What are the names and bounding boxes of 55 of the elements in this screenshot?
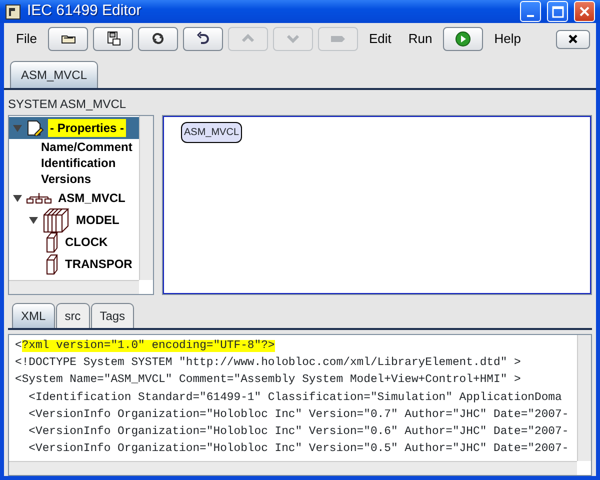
properties-icon bbox=[26, 120, 44, 136]
tree-item[interactable]: Versions bbox=[39, 170, 94, 188]
close-icon bbox=[579, 6, 590, 17]
horizontal-scrollbar[interactable] bbox=[9, 280, 139, 294]
toolbar-button[interactable] bbox=[443, 27, 484, 51]
menu-item[interactable]: Edit bbox=[362, 29, 398, 49]
window-title: IEC 61499 Editor bbox=[27, 1, 142, 22]
block-icon bbox=[45, 231, 59, 253]
resource-icon bbox=[42, 207, 70, 233]
maximize-icon bbox=[552, 6, 564, 18]
code-line: <VersionInfo Organization="Holobloc Inc" Version="0.7" Author="JHC" Date="2007- bbox=[28, 408, 570, 423]
minimize-button[interactable] bbox=[520, 1, 541, 22]
toolbar-button[interactable] bbox=[92, 27, 133, 51]
play-icon bbox=[455, 31, 472, 47]
toolbar-button[interactable] bbox=[48, 27, 88, 51]
system-node[interactable]: ASM_MVCL bbox=[181, 122, 242, 143]
tree-item[interactable]: MODEL bbox=[74, 211, 122, 229]
tree-item[interactable]: TRANSPOR bbox=[63, 255, 134, 273]
close-icon bbox=[568, 34, 578, 44]
close-editor-button[interactable] bbox=[556, 30, 590, 48]
toolbar-button[interactable] bbox=[138, 27, 178, 51]
tree-item[interactable]: Name/Comment bbox=[39, 138, 134, 156]
close-button[interactable] bbox=[574, 1, 595, 22]
toolbar-button[interactable] bbox=[182, 27, 223, 51]
vertical-scrollbar[interactable] bbox=[139, 116, 153, 280]
tree-item[interactable]: ASM_MVCL bbox=[56, 189, 128, 207]
menu-item[interactable]: Run bbox=[402, 29, 438, 49]
minimize-icon bbox=[527, 15, 534, 17]
refresh-icon bbox=[150, 31, 166, 47]
menu-item[interactable]: File bbox=[10, 29, 43, 49]
code-line: <?xml version="1.0" encoding="UTF-8"?> bbox=[15, 338, 276, 354]
tree-item[interactable]: - Properties - bbox=[48, 119, 126, 137]
tree-item[interactable]: CLOCK bbox=[63, 233, 110, 251]
editor-tab[interactable]: src bbox=[56, 303, 90, 328]
expand-triangle-icon[interactable] bbox=[29, 216, 38, 224]
code-line: <Identification Standard="61499-1" Classification="Simulation" ApplicationDoma bbox=[28, 390, 563, 406]
menu-item[interactable]: Help bbox=[488, 29, 527, 49]
save-icon bbox=[104, 31, 121, 47]
horizontal-scrollbar[interactable] bbox=[9, 461, 577, 475]
expand-triangle-icon[interactable] bbox=[13, 194, 22, 202]
code-line: <System Name="ASM_MVCL" Comment="Assembly System Model+View+Control+HMI" > bbox=[15, 372, 522, 388]
vertical-scrollbar[interactable] bbox=[577, 335, 591, 461]
editor-tab[interactable]: Tags bbox=[90, 303, 134, 328]
block-icon bbox=[45, 253, 59, 275]
maximize-button[interactable] bbox=[547, 1, 568, 22]
network-icon bbox=[26, 192, 52, 204]
code-line: <VersionInfo Organization="Holobloc Inc" Version="0.5" Author="JHC" Date="2007- bbox=[28, 442, 570, 458]
tree-item[interactable]: Identification bbox=[39, 154, 118, 172]
document-tab[interactable]: ASM_MVCL bbox=[10, 61, 98, 88]
editor-tab[interactable]: XML bbox=[12, 303, 55, 328]
system-label: SYSTEM ASM_MVCL bbox=[8, 96, 128, 113]
undo-icon bbox=[194, 31, 211, 47]
app-icon bbox=[5, 4, 21, 20]
code-line: <VersionInfo Organization="Holobloc Inc" Version="0.6" Author="JHC" Date="2007- bbox=[28, 424, 570, 440]
code-line: <!DOCTYPE System SYSTEM "http://www.holobloc.com/xml/LibraryElement.dtd" > bbox=[15, 356, 522, 372]
